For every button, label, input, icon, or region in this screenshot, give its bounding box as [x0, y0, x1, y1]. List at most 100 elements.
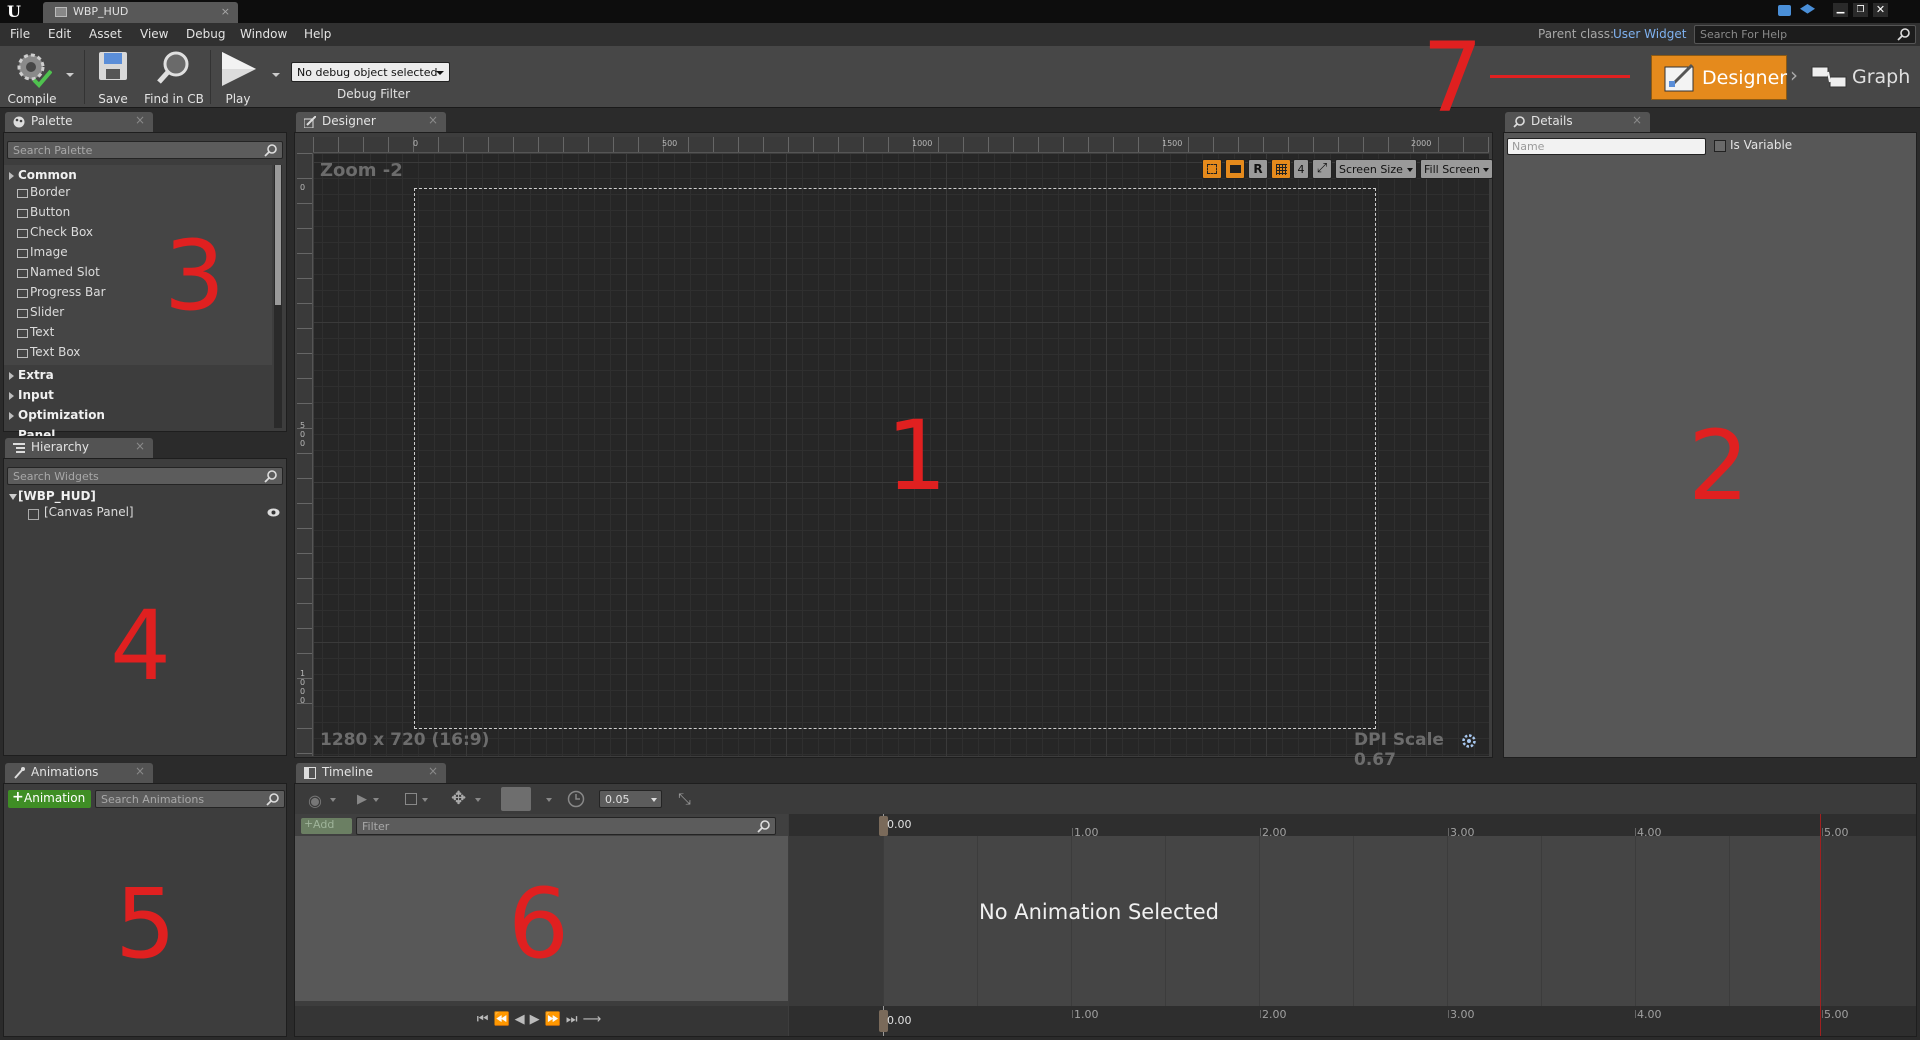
search-icon [264, 144, 277, 157]
chevron-down-icon[interactable] [475, 798, 481, 802]
visibility-eye-icon[interactable] [267, 508, 280, 517]
document-tab[interactable]: WBP_HUD × [43, 2, 238, 23]
close-tab-icon[interactable]: × [428, 764, 438, 778]
show-outlines-button[interactable] [1202, 159, 1222, 179]
save-button[interactable]: Save [90, 46, 136, 108]
palette-scrollbar[interactable] [274, 165, 282, 428]
visibility-eye-icon[interactable]: ◉ [308, 791, 322, 810]
hierarchy-root[interactable]: [WBP_HUD] [18, 489, 96, 503]
animation-search-input[interactable]: Search Animations [95, 790, 285, 808]
time-mark-label: 3.00 [1450, 826, 1475, 839]
fill-screen-dropdown[interactable]: Fill Screen [1420, 159, 1493, 179]
widget-name-input[interactable]: Name [1507, 138, 1706, 155]
palette-item[interactable]: Button [17, 205, 70, 219]
time-step-select[interactable]: 0.05 [599, 790, 662, 808]
step-forward-icon[interactable]: ⏩ [545, 1012, 566, 1027]
menu-help[interactable]: Help [304, 27, 331, 41]
step-back-icon[interactable]: ⏪ [493, 1012, 514, 1027]
add-animation-button[interactable]: + Animation [8, 789, 91, 808]
graph-mode-button[interactable]: Graph [1806, 55, 1916, 100]
chevron-down-icon[interactable] [422, 798, 428, 802]
tab-palette[interactable]: Palette × [5, 112, 153, 132]
graduation-icon[interactable] [1800, 4, 1815, 14]
palette-item[interactable]: Border [17, 185, 70, 199]
jump-to-start-icon[interactable]: ⏮ [477, 1012, 494, 1027]
find-in-cb-button[interactable]: Find in CB [142, 46, 206, 108]
close-tab-icon[interactable]: × [428, 113, 438, 127]
play-forward-icon[interactable]: ▶ [530, 1012, 545, 1027]
play-button[interactable]: Play [214, 46, 262, 108]
chevron-down-icon[interactable] [373, 798, 379, 802]
chevron-down-icon[interactable] [546, 798, 552, 802]
designer-mode-button[interactable]: Designer [1651, 55, 1787, 100]
tab-animations[interactable]: Animations × [5, 763, 153, 783]
palette-item[interactable]: Text [17, 325, 54, 339]
jump-to-end-icon[interactable]: ⏭ [566, 1012, 583, 1027]
palette-item[interactable]: Check Box [17, 225, 93, 239]
add-track-button[interactable]: + Add [301, 817, 352, 834]
restore-button[interactable]: ❐ [1853, 3, 1868, 17]
palette-category[interactable]: Panel [18, 428, 55, 436]
move-arrows-icon[interactable]: ✥ [451, 788, 466, 809]
tab-timeline[interactable]: Timeline × [296, 763, 446, 783]
menu-edit[interactable]: Edit [48, 27, 71, 41]
palette-item[interactable]: Text Box [17, 345, 80, 359]
tab-designer[interactable]: Designer × [296, 112, 446, 132]
timeline-grid-line [1823, 836, 1824, 1006]
close-tab-icon[interactable]: × [135, 764, 145, 778]
menu-window[interactable]: Window [240, 27, 287, 41]
localization-preview-button[interactable]: R [1248, 159, 1268, 179]
hierarchy-child-canvas-panel[interactable]: [Canvas Panel] [44, 505, 134, 519]
palette-item[interactable]: Image [17, 245, 68, 259]
debug-object-select[interactable]: No debug object selected [291, 62, 450, 82]
menu-view[interactable]: View [140, 27, 168, 41]
parent-class-link[interactable]: User Widget [1613, 27, 1686, 41]
palette-search-input[interactable]: Search Palette [7, 141, 283, 159]
timeline-filter-input[interactable]: Filter [356, 817, 776, 835]
play-options-dropdown[interactable] [272, 73, 280, 77]
grid-size-button[interactable]: 4 [1293, 159, 1309, 179]
close-tab-icon[interactable]: × [221, 5, 230, 18]
dpi-settings-gear-icon[interactable] [1461, 733, 1477, 749]
tab-hierarchy[interactable]: Hierarchy × [5, 438, 153, 458]
palette-item[interactable]: Named Slot [17, 265, 100, 279]
close-tab-icon[interactable]: × [135, 439, 145, 453]
screen-size-dropdown[interactable]: Screen Size [1335, 159, 1417, 179]
respect-locks-button[interactable] [1225, 159, 1245, 179]
menu-asset[interactable]: Asset [89, 27, 122, 41]
scrollbar-thumb[interactable] [275, 165, 281, 305]
compile-button[interactable]: Compile [4, 46, 60, 108]
palette-category-common[interactable]: Common [9, 168, 77, 182]
film-icon [1230, 165, 1241, 173]
palette-item[interactable]: Slider [17, 305, 64, 319]
loop-icon[interactable]: ⟶ [583, 1012, 607, 1027]
menu-debug[interactable]: Debug [186, 27, 225, 41]
chevron-down-icon[interactable] [330, 798, 336, 802]
compile-options-dropdown[interactable] [66, 73, 74, 77]
curve-editor-icon[interactable]: ⤡ [678, 789, 691, 809]
play-mode-icon[interactable]: ▶ [357, 792, 367, 807]
palette-category[interactable]: Optimization [9, 408, 105, 422]
document-tab-title: WBP_HUD [73, 5, 129, 18]
help-search-input[interactable]: Search For Help [1694, 25, 1916, 44]
palette-category[interactable]: Extra [9, 368, 54, 382]
snap-toggle-button[interactable] [501, 787, 531, 811]
play-reverse-icon[interactable]: ◀ [515, 1012, 530, 1027]
palette-item[interactable]: Progress Bar [17, 285, 106, 299]
close-tab-icon[interactable]: × [135, 113, 145, 127]
timeline-track-area[interactable]: 0.00 0.00 1.00 1.00 2.00 2.00 3.00 3.00 4.00 4.00… [789, 814, 1916, 1036]
close-tab-icon[interactable]: × [1632, 113, 1642, 127]
expand-arrow-icon[interactable] [9, 494, 17, 500]
notification-icon[interactable] [1778, 5, 1791, 16]
palette-category[interactable]: Input [9, 388, 54, 402]
menu-file[interactable]: File [10, 27, 30, 41]
minimize-button[interactable]: ▁ [1833, 3, 1848, 17]
zoom-to-fit-button[interactable]: ⤢ [1312, 159, 1332, 179]
tab-details[interactable]: Details × [1505, 112, 1650, 132]
selection-box-icon[interactable] [405, 793, 417, 805]
grid-snap-button[interactable] [1271, 159, 1291, 179]
hierarchy-search-input[interactable]: Search Widgets [7, 467, 283, 485]
is-variable-checkbox[interactable] [1714, 140, 1726, 152]
end-range-marker [1820, 814, 1821, 1036]
close-window-button[interactable]: ✕ [1873, 3, 1888, 17]
